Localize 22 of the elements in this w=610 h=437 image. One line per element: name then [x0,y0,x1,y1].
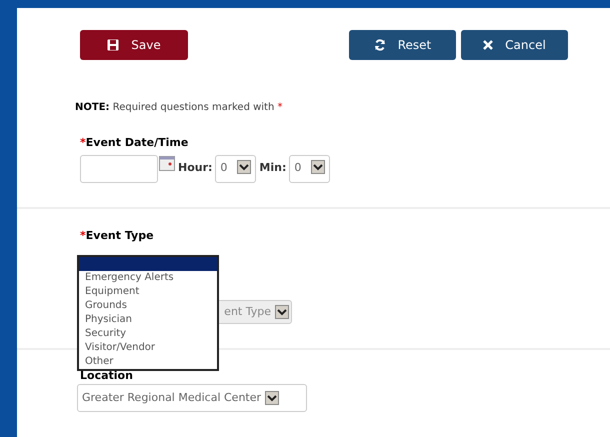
location-select[interactable]: Greater Regional Medical Center [77,384,307,412]
field-label: *Event Date/Time [80,135,190,151]
save-button[interactable]: Save [80,30,188,60]
note-text: NOTE: Required questions marked with * [75,101,284,115]
calendar-icon[interactable] [159,156,175,170]
dropdown-option[interactable]: Security [79,327,217,341]
dropdown-option[interactable]: Equipment [79,285,217,299]
reset-button[interactable]: Reset [349,30,456,60]
dropdown-option[interactable]: Emergency Alerts [79,271,217,285]
hour-label: Hour: [178,160,212,176]
min-label: Min: [259,160,286,176]
dropdown-option[interactable] [79,257,217,271]
dropdown-option[interactable]: Visitor/Vendor [79,341,217,355]
hour-select[interactable]: 0 [215,154,256,182]
refresh-icon [374,39,386,51]
close-icon [483,40,494,50]
field-label: *Event Type [80,228,155,244]
field-label: Location [80,369,134,382]
cancel-button[interactable]: Cancel [461,30,568,60]
date-field[interactable] [80,154,158,182]
dropdown-option[interactable]: Other [79,355,217,369]
min-select[interactable]: 0 [289,154,330,182]
